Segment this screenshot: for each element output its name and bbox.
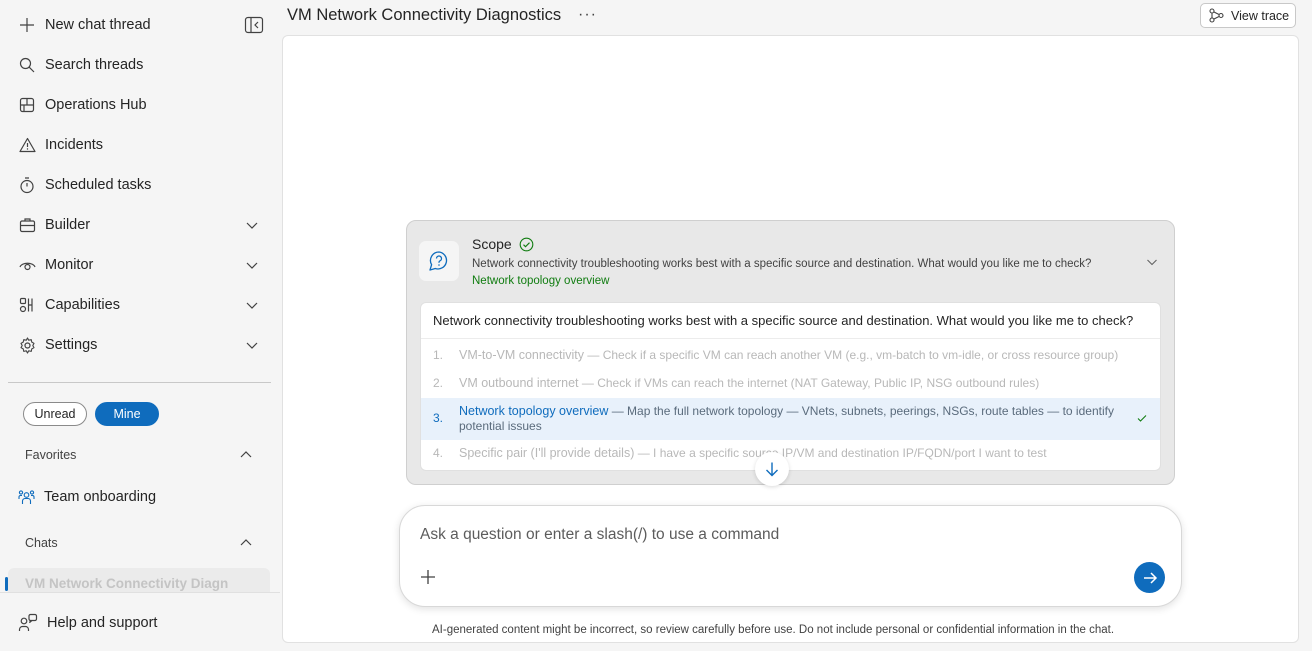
trace-icon	[1209, 8, 1224, 23]
sidebar-item-label: Settings	[45, 337, 98, 353]
favorite-item-team-onboarding[interactable]: Team onboarding	[8, 480, 270, 514]
attach-plus-icon[interactable]	[419, 568, 437, 586]
chats-section-label: Chats	[25, 536, 58, 550]
sidebar-item-label: Operations Hub	[45, 97, 147, 113]
sidebar-item-incidents[interactable]: Incidents	[8, 127, 270, 163]
active-chat-indicator	[5, 577, 8, 591]
option-title: Network topology overview	[459, 404, 609, 418]
chevron-up-icon[interactable]	[238, 535, 254, 551]
option-title: Specific pair (I'll provide details)	[459, 446, 635, 460]
sidebar-item-search-threads[interactable]: Search threads	[8, 47, 270, 83]
arrow-down-icon	[764, 461, 780, 477]
option-description: — Check if VMs can reach the internet (N…	[578, 376, 1040, 390]
option-number: 4.	[433, 446, 444, 460]
view-trace-label: View trace	[1231, 8, 1290, 23]
sidebar-item-label: Incidents	[45, 137, 104, 153]
gear-icon	[18, 336, 36, 354]
warning-icon	[18, 136, 36, 154]
filter-unread-chip[interactable]: Unread	[23, 402, 87, 426]
search-icon	[18, 56, 36, 74]
capabilities-icon	[18, 296, 36, 314]
chevron-up-icon[interactable]	[238, 447, 254, 463]
chevron-down-icon	[244, 297, 260, 313]
help-and-support-button[interactable]: Help and support	[8, 606, 270, 640]
sidebar-item-builder[interactable]: Builder	[8, 207, 270, 243]
eye-icon	[18, 256, 36, 274]
option-item[interactable]: 2. VM outbound internet — Check if VMs c…	[421, 376, 1160, 391]
chevron-down-icon[interactable]	[1145, 255, 1159, 269]
team-icon	[18, 488, 36, 506]
option-item-selected[interactable]: 3. Network topology overview — Map the f…	[421, 398, 1160, 440]
chevron-down-icon	[244, 257, 260, 273]
scope-title-row: Scope	[472, 236, 534, 252]
question-text: Network connectivity troubleshooting wor…	[433, 313, 1134, 328]
sidebar-item-settings[interactable]: Settings	[8, 327, 270, 363]
sidebar-item-label: Capabilities	[45, 297, 120, 313]
scope-title: Scope	[472, 236, 512, 252]
help-people-icon	[18, 613, 38, 633]
question-separator	[421, 338, 1160, 339]
sidebar-item-monitor[interactable]: Monitor	[8, 247, 270, 283]
sidebar-item-operations-hub[interactable]: Operations Hub	[8, 87, 270, 123]
sidebar-divider	[8, 382, 271, 383]
plus-icon	[18, 16, 36, 34]
favorite-item-label: Team onboarding	[44, 489, 157, 505]
more-options-button[interactable]: ···	[578, 6, 598, 26]
option-number: 2.	[433, 376, 444, 390]
scope-description: Network connectivity troubleshooting wor…	[472, 258, 1092, 270]
question-chat-icon	[419, 241, 459, 281]
new-chat-thread-button[interactable]: New chat thread	[8, 7, 270, 43]
sidebar-item-label: Scheduled tasks	[45, 177, 152, 193]
sidebar-item-label: Builder	[45, 217, 91, 233]
sidebar-item-capabilities[interactable]: Capabilities	[8, 287, 270, 323]
option-item[interactable]: 1. VM-to-VM connectivity — Check if a sp…	[421, 348, 1160, 363]
timer-icon	[18, 176, 36, 194]
toolbox-icon	[18, 216, 36, 234]
chat-input[interactable]	[420, 524, 1140, 546]
help-divider	[0, 592, 280, 593]
dashboard-icon	[18, 96, 36, 114]
sidebar-item-label: Monitor	[45, 257, 94, 273]
help-label: Help and support	[47, 615, 158, 631]
filter-mine-chip[interactable]: Mine	[95, 402, 159, 426]
chat-item-active[interactable]: VM Network Connectivity Diagn	[8, 568, 270, 592]
sidebar: New chat thread Search threads Operation…	[0, 0, 280, 651]
option-title: VM outbound internet	[459, 376, 579, 390]
check-circle-icon	[519, 237, 534, 252]
arrow-right-icon	[1142, 570, 1158, 586]
scope-selected-answer: Network topology overview	[472, 275, 610, 287]
option-number: 3.	[433, 411, 444, 425]
option-title: VM-to-VM connectivity	[459, 348, 585, 362]
sidebar-item-scheduled-tasks[interactable]: Scheduled tasks	[8, 167, 270, 203]
new-chat-label: New chat thread	[45, 17, 151, 33]
view-trace-button[interactable]: View trace	[1200, 3, 1296, 28]
question-options-box: Network connectivity troubleshooting wor…	[420, 302, 1161, 471]
collapse-sidebar-icon[interactable]	[244, 16, 264, 34]
checkmark-icon	[1136, 412, 1148, 424]
option-description: — Check if a specific VM can reach anoth…	[584, 348, 1119, 362]
ai-disclaimer: AI-generated content might be incorrect,…	[432, 624, 1115, 636]
option-number: 1.	[433, 348, 444, 362]
scope-card: Scope Network connectivity troubleshooti…	[406, 220, 1175, 485]
chat-composer	[399, 505, 1182, 607]
scroll-down-button[interactable]	[755, 452, 789, 486]
favorites-section-label: Favorites	[25, 448, 77, 462]
page-title: VM Network Connectivity Diagnostics	[287, 6, 562, 24]
send-button[interactable]	[1134, 562, 1165, 593]
chevron-down-icon	[244, 217, 260, 233]
chevron-down-icon	[244, 337, 260, 353]
option-description: — I have a specific source IP/VM and des…	[634, 446, 1047, 460]
sidebar-item-label: Search threads	[45, 57, 144, 73]
option-item[interactable]: 4. Specific pair (I'll provide details) …	[421, 446, 1160, 461]
